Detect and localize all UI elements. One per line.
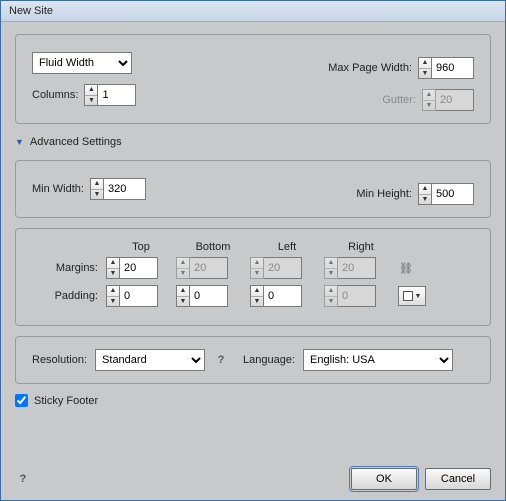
width-mode-select[interactable]: Fluid Width — [32, 52, 132, 74]
gutter-stepper: ▲▼ — [422, 89, 474, 111]
max-page-width-label: Max Page Width: — [328, 62, 412, 74]
ok-button[interactable]: OK — [351, 468, 417, 490]
padding-left-stepper[interactable]: ▲▼ — [250, 285, 324, 307]
dialog-content: Fluid Width Max Page Width: ▲▼ Columns: … — [1, 22, 505, 468]
language-label: Language: — [243, 354, 295, 366]
padding-right-input — [338, 285, 376, 307]
margins-label: Margins: — [32, 262, 106, 274]
fill-color-button[interactable]: ▼ — [398, 286, 426, 306]
header-right: Right — [324, 241, 398, 253]
margin-right-input — [338, 257, 376, 279]
dimensions-panel: Min Width: ▲▼ Min Height: ▲▼ — [15, 160, 491, 218]
window-title: New Site — [9, 5, 53, 17]
cancel-button[interactable]: Cancel — [425, 468, 491, 490]
min-width-label: Min Width: — [32, 183, 84, 195]
min-height-input[interactable] — [432, 183, 474, 205]
margin-left-input — [264, 257, 302, 279]
sticky-footer-checkbox[interactable] — [15, 394, 28, 407]
gutter-input — [436, 89, 474, 111]
padding-right-stepper: ▲▼ — [324, 285, 398, 307]
padding-bottom-input[interactable] — [190, 285, 228, 307]
stepper-buttons: ▲▼ — [422, 89, 436, 111]
settings-panel: Resolution: Standard ? Language: English… — [15, 336, 491, 384]
margin-left-stepper: ▲▼ — [250, 257, 324, 279]
help-icon[interactable]: ? — [15, 471, 31, 487]
advanced-header[interactable]: ▼ Advanced Settings — [15, 136, 491, 148]
swatch-icon — [403, 291, 413, 301]
sticky-footer-check[interactable]: Sticky Footer — [15, 394, 491, 407]
max-page-width-stepper[interactable]: ▲▼ — [418, 57, 474, 79]
titlebar: New Site — [1, 1, 505, 22]
link-margins-icon[interactable]: ⛓ — [398, 258, 414, 278]
padding-row: Padding: ▲▼ ▲▼ ▲▼ ▲▼ ▼ — [32, 285, 474, 307]
help-icon[interactable]: ? — [213, 352, 229, 368]
sticky-footer-label: Sticky Footer — [34, 395, 98, 407]
padding-top-stepper[interactable]: ▲▼ — [106, 285, 176, 307]
margins-row: Margins: ▲▼ ▲▼ ▲▼ ▲▼ ⛓ — [32, 257, 474, 279]
header-top: Top — [106, 241, 176, 253]
header-bottom: Bottom — [176, 241, 250, 253]
box-headers: Top Bottom Left Right — [32, 241, 474, 253]
columns-label: Columns: — [32, 89, 78, 101]
stepper-buttons[interactable]: ▲▼ — [90, 178, 104, 200]
min-width-stepper[interactable]: ▲▼ — [90, 178, 146, 200]
max-page-width-input[interactable] — [432, 57, 474, 79]
box-panel: Top Bottom Left Right Margins: ▲▼ ▲▼ ▲▼ … — [15, 228, 491, 326]
advanced-heading: Advanced Settings — [30, 136, 122, 148]
padding-left-input[interactable] — [264, 285, 302, 307]
columns-input[interactable] — [98, 84, 136, 106]
resolution-select[interactable]: Standard — [95, 349, 205, 371]
min-height-stepper[interactable]: ▲▼ — [418, 183, 474, 205]
margin-bottom-stepper: ▲▼ — [176, 257, 250, 279]
language-select[interactable]: English: USA — [303, 349, 453, 371]
margin-right-stepper: ▲▼ — [324, 257, 398, 279]
stepper-buttons[interactable]: ▲▼ — [418, 183, 432, 205]
margin-top-stepper[interactable]: ▲▼ — [106, 257, 176, 279]
dialog-footer: ? OK Cancel — [1, 468, 505, 500]
margin-bottom-input — [190, 257, 228, 279]
stepper-buttons[interactable]: ▲▼ — [418, 57, 432, 79]
columns-stepper[interactable]: ▲▼ — [84, 84, 136, 106]
min-height-label: Min Height: — [356, 188, 412, 200]
resolution-label: Resolution: — [32, 354, 87, 366]
layout-panel: Fluid Width Max Page Width: ▲▼ Columns: … — [15, 34, 491, 124]
gutter-label: Gutter: — [382, 94, 416, 106]
padding-bottom-stepper[interactable]: ▲▼ — [176, 285, 250, 307]
padding-top-input[interactable] — [120, 285, 158, 307]
header-left: Left — [250, 241, 324, 253]
dialog-new-site: New Site Fluid Width Max Page Width: ▲▼ — [0, 0, 506, 501]
disclosure-triangle-icon[interactable]: ▼ — [15, 137, 24, 147]
min-width-input[interactable] — [104, 178, 146, 200]
margin-top-input[interactable] — [120, 257, 158, 279]
padding-label: Padding: — [32, 290, 106, 302]
stepper-buttons[interactable]: ▲▼ — [84, 84, 98, 106]
chevron-down-icon: ▼ — [415, 293, 422, 300]
